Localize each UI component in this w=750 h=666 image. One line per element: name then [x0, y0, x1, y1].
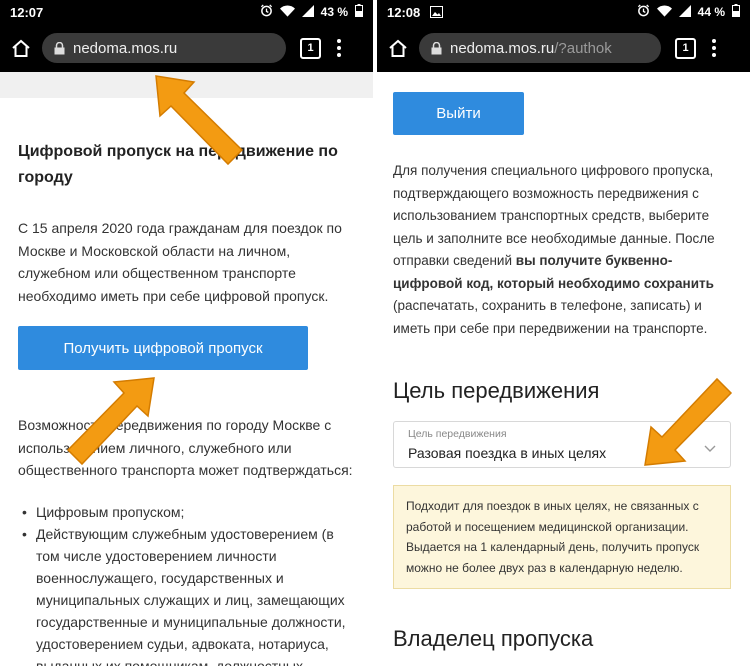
browser-toolbar: nedoma.mos.ru/?authok 1	[377, 24, 750, 72]
more-menu-icon[interactable]	[337, 39, 341, 57]
battery-icon	[355, 4, 363, 20]
right-phone-screenshot: 12:08 44 % nedoma.mos.ru /?authok 1 Выйт…	[377, 0, 750, 666]
list-item: Цифровым пропуском;	[18, 501, 358, 523]
purpose-select[interactable]: Цель передвижения Разовая поездка в иных…	[393, 421, 731, 468]
signal-icon	[678, 4, 691, 20]
tab-switcher-icon[interactable]: 1	[675, 37, 696, 59]
signal-icon	[301, 4, 314, 20]
page-header-strip	[0, 72, 373, 98]
page-title: Цифровой пропуск на передвижение по горо…	[18, 143, 338, 186]
intro-text: С 15 апреля 2020 года гражданам для поез…	[18, 220, 342, 304]
left-phone-screenshot: 12:07 43 % nedoma.mos.ru 1 Цифровой проп…	[0, 0, 373, 666]
address-bar[interactable]: nedoma.mos.ru	[42, 33, 286, 63]
status-bar: 12:08 44 %	[377, 0, 750, 24]
info-text: Для получения специального цифрового про…	[393, 160, 738, 340]
info-text-part: (распечатать, сохранить в телефоне, запи…	[393, 298, 708, 336]
logout-button[interactable]: Выйти	[393, 92, 524, 135]
get-pass-button[interactable]: Получить цифровой пропуск	[18, 326, 308, 370]
wifi-icon	[279, 4, 295, 20]
owner-heading: Владелец пропуска	[393, 626, 594, 651]
alarm-icon	[637, 4, 650, 20]
chevron-down-icon	[704, 440, 716, 458]
tab-switcher-icon[interactable]: 1	[300, 37, 321, 59]
wifi-icon	[656, 4, 672, 20]
battery-percent: 43 %	[320, 5, 348, 19]
alarm-icon	[260, 4, 273, 20]
purpose-note: Подходит для поездок в иных целях, не св…	[393, 485, 731, 589]
battery-percent: 44 %	[697, 5, 725, 19]
url-host: nedoma.mos.ru	[450, 39, 555, 57]
home-icon[interactable]	[385, 35, 411, 61]
status-time: 12:08	[387, 4, 421, 20]
confirm-text: Возможность передвижения по городу Москв…	[18, 417, 353, 478]
lock-icon	[54, 41, 65, 55]
purpose-select-value: Разовая поездка в иных целях	[408, 445, 607, 461]
lock-icon	[431, 41, 442, 55]
image-icon	[430, 6, 444, 18]
confirm-list: Цифровым пропуском; Действующим служебны…	[18, 501, 358, 666]
browser-toolbar: nedoma.mos.ru 1	[0, 24, 373, 72]
home-icon[interactable]	[8, 35, 34, 61]
url-path: /?authok	[554, 39, 612, 57]
page-content: Цифровой пропуск на передвижение по горо…	[0, 72, 373, 666]
purpose-heading: Цель передвижения	[393, 378, 600, 403]
more-menu-icon[interactable]	[712, 39, 716, 57]
list-item: Действующим служебным удостоверением (в …	[18, 523, 358, 666]
status-bar: 12:07 43 %	[0, 0, 373, 24]
battery-icon	[732, 4, 740, 20]
address-bar[interactable]: nedoma.mos.ru/?authok	[419, 33, 661, 63]
page-content: Выйти Для получения специального цифрово…	[377, 72, 750, 666]
purpose-select-label: Цель передвижения	[408, 428, 507, 440]
url-host: nedoma.mos.ru	[73, 39, 178, 57]
status-time: 12:07	[10, 4, 44, 20]
